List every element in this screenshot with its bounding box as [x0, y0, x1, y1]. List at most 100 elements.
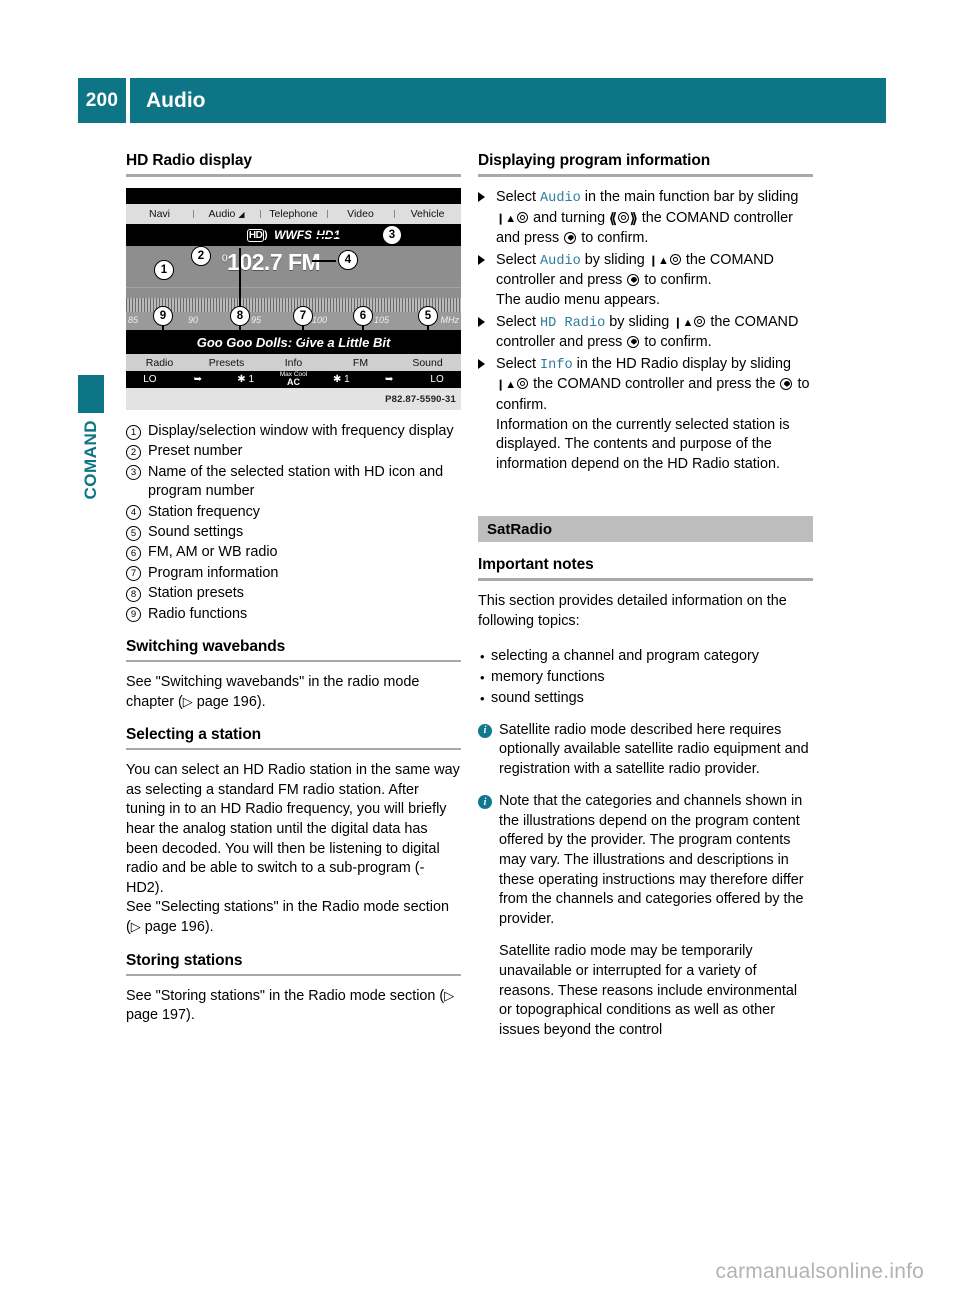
legend-item: 8 Station presets: [126, 584, 461, 603]
legend-text: FM, AM or WB radio: [148, 544, 278, 561]
heading-rule: [126, 660, 461, 663]
step-arrow-icon: [478, 358, 485, 369]
legend-item: 6 FM, AM or WB radio: [126, 543, 461, 562]
press-controller-icon: [564, 232, 577, 245]
step-text: to confirm.: [640, 334, 712, 351]
callout-3: 3: [382, 225, 402, 245]
function-presets: Presets: [208, 356, 245, 369]
menu-item-navi: Navi: [148, 208, 170, 220]
leader-line-4: [312, 260, 336, 262]
function-sound: Sound: [412, 356, 443, 369]
tuning-line: [126, 287, 461, 288]
leader-line-3: [311, 235, 347, 237]
step-item: Select Info in the HD Radio display by s…: [478, 355, 813, 475]
slide-up-arrow-icon: ❙▲: [496, 212, 517, 225]
legend-text: Station presets: [148, 585, 244, 602]
page-ref-icon: ▷: [444, 988, 455, 1004]
topic-item: selecting a channel and program category: [478, 646, 813, 667]
press-controller-icon: [627, 336, 640, 349]
station-name-row: HD) WWFS-HD1: [126, 224, 461, 246]
important-notes-intro: This section provides detailed informati…: [478, 593, 787, 629]
scale-label-85: 85: [128, 315, 139, 325]
legend-item: 5 Sound settings: [126, 523, 461, 542]
comand-controller-icon: [669, 253, 681, 265]
heading-selecting-a-station: Selecting a station: [126, 726, 262, 744]
page-reference: page 196: [144, 919, 205, 935]
topic-item: sound settings: [478, 688, 813, 709]
right-column: Displaying program information Select Au…: [478, 152, 813, 1040]
step-text: Select: [496, 189, 540, 205]
page-ref-icon: ▷: [130, 920, 141, 935]
scale-label-105: 105: [374, 315, 390, 325]
menu-link-audio[interactable]: Audio: [540, 191, 581, 206]
heading-rule: [126, 748, 461, 751]
menu-link-hd-radio[interactable]: HD Radio: [540, 316, 605, 331]
legend-num: 2: [126, 444, 141, 460]
climate-right-temp: LO: [430, 373, 444, 385]
storing-stations-text: See "Storing stations" in the Radio mode…: [126, 987, 455, 1024]
callout-8: 8: [230, 306, 250, 326]
function-radio: Radio: [145, 356, 174, 369]
menu-link-audio[interactable]: Audio: [540, 254, 581, 269]
callout-1: 1: [154, 260, 174, 280]
step-text: by sliding: [580, 251, 649, 268]
heading-rule: [126, 973, 461, 976]
function-info: Info: [284, 356, 303, 369]
scale-label-100: 100: [312, 315, 328, 325]
left-column: HD Radio display Navi Audio ◢ Telephone …: [126, 152, 461, 1040]
step-arrow-icon: [478, 192, 485, 202]
climate-left-temp: LO: [143, 373, 157, 385]
legend-text: Display/selection window with frequency …: [148, 423, 454, 439]
info-icon: i: [478, 723, 492, 738]
switching-wavebands-text: See "Switching wavebands" in the radio m…: [126, 674, 420, 710]
callout-7: 7: [293, 306, 313, 326]
step-result: The audio menu appears.: [496, 291, 661, 308]
heading-rule: [478, 174, 813, 177]
legend-item: 1 Display/selection window with frequency…: [126, 422, 461, 441]
menu-item-vehicle: Vehicle: [394, 208, 461, 220]
heading-switching-wavebands: Switching wavebands: [126, 638, 286, 656]
chapter-tab-text: COMAND: [81, 420, 100, 500]
seat-heating-left-icon: ➥: [193, 373, 202, 385]
callout-6: 6: [353, 306, 373, 326]
legend-text: Station frequency: [148, 503, 260, 520]
callout-2: 2: [191, 246, 211, 266]
frequency-display: 0102.7 FM: [222, 249, 321, 276]
closing-paragraph: Satellite radio mode may be temporarily …: [499, 943, 798, 1038]
page-title: Audio: [130, 78, 886, 123]
info-icon: i: [478, 795, 492, 810]
legend-num: 5: [126, 525, 141, 541]
page-header: 200 Audio: [78, 78, 886, 123]
selecting-station-para-1: You can select an HD Radio station in th…: [126, 762, 460, 896]
callout-9: 9: [153, 306, 173, 326]
turn-right-bracket-icon: ⟫: [629, 209, 638, 226]
page-number: 200: [78, 78, 126, 123]
heading-storing-stations: Storing stations: [126, 951, 243, 969]
legend-item: 4 Station frequency: [126, 503, 461, 522]
step-item: Select Audio in the main function bar by…: [478, 188, 813, 249]
page-ref-icon: ▷: [182, 694, 193, 710]
step-arrow-icon: [478, 316, 485, 327]
heading-hd-radio-display: HD Radio display: [126, 152, 252, 169]
legend-num: 8: [126, 586, 141, 602]
menu-item-telephone: Telephone: [260, 208, 327, 220]
menu-link-info[interactable]: Info: [540, 358, 573, 373]
function-fm: FM: [352, 356, 369, 369]
legend-item: 3 Name of the selected station with HD ic…: [126, 463, 461, 502]
menu-item-audio: Audio ◢: [193, 208, 260, 220]
topics-list: selecting a channel and program category…: [478, 646, 813, 709]
comand-controller-icon: [517, 211, 529, 223]
legend-num: 3: [126, 465, 141, 481]
climate-status-bar: LO ➥ ✱ 1 Max Cool AC ✱ 1 ➥ LO: [126, 371, 461, 388]
legend-text: Radio functions: [148, 605, 248, 622]
page-reference: page 197: [126, 1007, 187, 1024]
track-info-row: Goo Goo Dolls: Give a Little Bit: [126, 330, 461, 354]
step-text: in the HD Radio display by sliding: [572, 355, 792, 372]
heading-displaying-program-information: Displaying program information: [478, 152, 711, 169]
menu-item-video: Video: [327, 208, 394, 220]
step-text: to confirm.: [640, 272, 712, 289]
selecting-station-para-2: See "Selecting stations" in the Radio mo…: [126, 899, 450, 935]
climate-left-fan: ✱ 1: [237, 373, 255, 385]
press-controller-icon: [780, 378, 793, 391]
legend-num: 6: [126, 545, 141, 561]
